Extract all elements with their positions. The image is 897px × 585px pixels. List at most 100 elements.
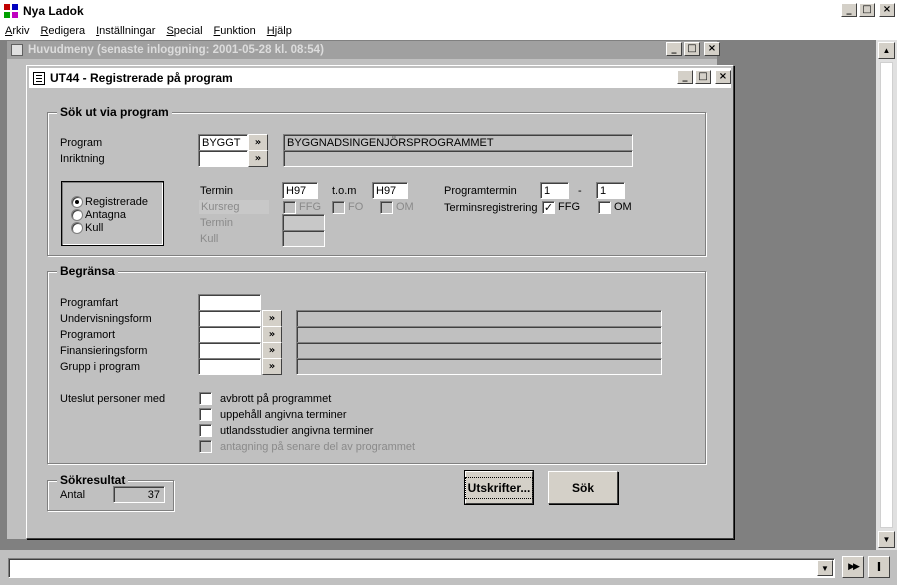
ut44-close-button[interactable]: × — [715, 70, 731, 84]
minimize-button[interactable]: _ — [841, 3, 857, 17]
fast-forward-icon[interactable]: ▶▶ — [842, 556, 864, 578]
exclude-utlandsstudier-label: utlandsstudier angivna terminer — [220, 425, 374, 437]
grupp-i-program-input[interactable] — [198, 358, 261, 375]
main-menu-maximize-button[interactable]: □ — [684, 42, 700, 56]
terminsregistrering-label: Terminsregistrering — [444, 202, 538, 214]
ut44-title: UT44 - Registrerade på program — [50, 71, 233, 85]
finansieringsform-label: Finansieringsform — [60, 345, 148, 357]
programfart-input[interactable] — [198, 294, 261, 311]
menu-arkiv[interactable]: Arkiv — [5, 25, 29, 37]
main-menu-close-button[interactable]: × — [704, 42, 720, 56]
exclude-label: Uteslut personer med — [60, 393, 166, 405]
radio-kull-label: Kull — [85, 222, 104, 234]
undervisningsform-lookup-button[interactable]: » — [262, 310, 282, 327]
print-button[interactable]: Utskrifter... — [464, 470, 534, 505]
exclude-avbrott-checkbox[interactable] — [199, 392, 212, 405]
program-lookup-button[interactable]: » — [248, 134, 268, 151]
menu-hjalp[interactable]: Hjälp — [267, 25, 292, 37]
kursreg-om-checkbox[interactable] — [380, 201, 393, 214]
tom-label: t.o.m — [332, 185, 357, 197]
exclude-uppehall-checkbox[interactable] — [199, 408, 212, 421]
command-combo[interactable]: ▼ — [8, 558, 835, 578]
programort-input[interactable] — [198, 326, 261, 343]
termin-to-input[interactable]: H97 — [372, 182, 408, 199]
terminsreg-om-label: OM — [614, 201, 632, 213]
program-label: Program — [60, 137, 103, 149]
exclude-antagning-checkbox[interactable] — [199, 440, 212, 453]
menu-special[interactable]: Special — [166, 25, 202, 37]
app-window-controls: _ □ × — [841, 3, 895, 17]
programtermin-dash: - — [578, 185, 582, 197]
ut44-titlebar: UT44 - Registrerade på program — [29, 68, 731, 88]
antal-label: Antal — [60, 489, 86, 501]
finansieringsform-input[interactable] — [198, 342, 261, 359]
inriktning-code-input[interactable] — [198, 150, 248, 167]
exclude-avbrott-label: avbrott på programmet — [220, 393, 332, 405]
command-bar: ▼ ▶▶ I — [0, 552, 897, 585]
radio-antagna-label: Antagna — [85, 209, 126, 221]
menu-redigera[interactable]: Redigera — [40, 25, 85, 37]
exclude-antagning-label: antagning på senare del av programmet — [220, 441, 416, 453]
menu-installningar[interactable]: Inställningar — [96, 25, 155, 37]
maximize-button[interactable]: □ — [859, 3, 875, 17]
disabled-termin-input — [282, 214, 325, 231]
vertical-scrollbar[interactable]: ▲ ▼ — [876, 40, 897, 550]
programtermin-from-input[interactable]: 1 — [540, 182, 569, 199]
kursreg-om-label: OM — [396, 201, 414, 213]
programort-name-field — [296, 326, 662, 343]
disabled-termin-label: Termin — [200, 217, 234, 229]
close-button[interactable]: × — [879, 3, 895, 17]
result-group-title: Sökresultat — [57, 473, 129, 487]
termin-from-input[interactable]: H97 — [282, 182, 318, 199]
print-button-label: Utskrifter... — [464, 476, 534, 499]
scroll-track[interactable] — [880, 62, 893, 528]
exclude-uppehall-label: uppehåll angivna terminer — [220, 409, 347, 421]
kursreg-fo-checkbox[interactable] — [332, 201, 345, 214]
main-menu-minimize-button[interactable]: _ — [666, 42, 682, 56]
search-button[interactable]: Sök — [548, 471, 618, 504]
exclude-utlandsstudier-checkbox[interactable] — [199, 424, 212, 437]
inriktning-lookup-button[interactable]: » — [248, 150, 268, 167]
programort-lookup-button[interactable]: » — [262, 326, 282, 343]
kursreg-ffg-checkbox[interactable] — [283, 201, 296, 214]
terminsreg-ffg-checkbox[interactable]: ✓ — [542, 201, 555, 214]
radio-antagna[interactable] — [71, 209, 83, 221]
ladok-app-icon — [4, 4, 18, 18]
scroll-down-arrow-icon[interactable]: ▼ — [878, 531, 895, 548]
disabled-kull-input — [282, 230, 325, 247]
inriktning-label: Inriktning — [60, 153, 105, 165]
terminsreg-om-checkbox[interactable] — [598, 201, 611, 214]
ut44-window: UT44 - Registrerade på program _ □ × Sök… — [26, 65, 734, 539]
undervisningsform-name-field — [296, 310, 662, 327]
programtermin-label: Programtermin — [444, 185, 517, 197]
grupp-i-program-name-field — [296, 358, 662, 375]
ut44-minimize-button[interactable]: _ — [677, 70, 693, 84]
program-code-input[interactable]: BYGGT — [198, 134, 248, 151]
finansieringsform-lookup-button[interactable]: » — [262, 342, 282, 359]
kursreg-label-box: Kursreg — [199, 200, 269, 214]
app-title: Nya Ladok — [23, 4, 84, 18]
text-cursor-icon[interactable]: I — [868, 556, 890, 578]
kursreg-label: Kursreg — [201, 201, 240, 213]
search-group-title: Sök ut via program — [57, 105, 172, 119]
radio-registrerade[interactable] — [71, 196, 83, 208]
programtermin-to-input[interactable]: 1 — [596, 182, 625, 199]
kursreg-ffg-label: FFG — [299, 201, 321, 213]
radio-registrerade-label: Registrerade — [85, 196, 148, 208]
chevron-down-icon[interactable]: ▼ — [817, 560, 833, 576]
undervisningsform-label: Undervisningsform — [60, 313, 152, 325]
ut44-maximize-button[interactable]: □ — [695, 70, 711, 84]
main-menu-window-controls: _ □ × — [666, 42, 720, 56]
grupp-i-program-label: Grupp i program — [60, 361, 141, 373]
grupp-i-program-lookup-button[interactable]: » — [262, 358, 282, 375]
undervisningsform-input[interactable] — [198, 310, 261, 327]
antal-value-field: 37 — [113, 486, 165, 503]
main-menu-title: Huvudmeny (senaste inloggning: 2001-05-2… — [28, 44, 324, 56]
app-titlebar: Nya Ladok _ □ × — [0, 0, 897, 22]
menu-funktion[interactable]: Funktion — [214, 25, 256, 37]
radio-kull[interactable] — [71, 222, 83, 234]
programfart-label: Programfart — [60, 297, 119, 309]
terminsreg-ffg-label: FFG — [558, 201, 580, 213]
menu-bar: Arkiv Redigera Inställningar Special Fun… — [0, 22, 897, 40]
scroll-up-arrow-icon[interactable]: ▲ — [878, 42, 895, 59]
